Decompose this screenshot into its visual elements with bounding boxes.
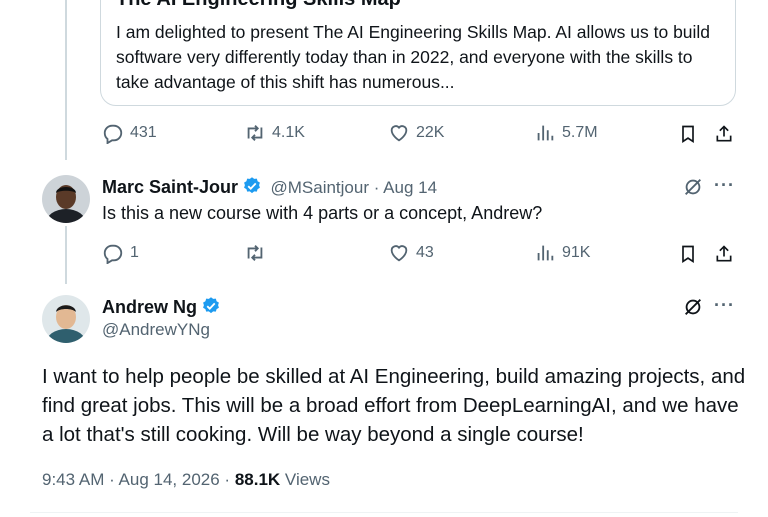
grok-icon: [685, 179, 701, 195]
reply-icon: [103, 244, 123, 264]
main-author-name[interactable]: Andrew Ng: [102, 297, 197, 317]
verified-icon: [244, 177, 260, 194]
reply-views-button[interactable]: 91K: [534, 242, 590, 264]
reply-repost-button[interactable]: [244, 242, 272, 264]
main-meta: 9:43 AM · Aug 14, 2026 · 88.1K Views: [42, 470, 330, 490]
main-timestamp[interactable]: 9:43 AM · Aug 14, 2026 ·: [42, 470, 230, 489]
reply-handle-date: @MSaintjour · Aug 14: [270, 178, 438, 197]
reply-text: Is this a new course with 4 parts or a c…: [102, 203, 543, 223]
reply-header: Marc Saint-Jour @MSaintjour · Aug 14: [102, 176, 437, 198]
views-count: 5.7M: [562, 124, 598, 141]
avatar-andrew[interactable]: [42, 295, 90, 343]
views-icon: [537, 125, 554, 141]
reply-like-count: 43: [416, 244, 434, 261]
reply-icon: [103, 124, 123, 144]
views-button[interactable]: 5.7M: [534, 122, 598, 144]
reply-bookmark-button[interactable]: [675, 241, 701, 267]
divider: [30, 512, 738, 513]
bookmark-button[interactable]: [675, 121, 701, 147]
thread-line-middle: [65, 226, 67, 284]
share-icon: [716, 245, 732, 262]
grok-icon: [685, 299, 701, 315]
bookmark-icon: [682, 245, 694, 264]
main-tweet-text: I want to help people be skilled at AI E…: [42, 365, 746, 446]
reply-views-count: 91K: [562, 244, 591, 261]
quoted-tweet-text: I am delighted to present The AI Enginee…: [116, 22, 711, 92]
avatar-marc[interactable]: [42, 175, 90, 223]
reply-author-name[interactable]: Marc Saint-Jour: [102, 177, 238, 197]
thread-line-top: [65, 0, 67, 160]
reply-count: 431: [130, 124, 157, 141]
main-header: Andrew Ng: [102, 296, 221, 318]
reply-button[interactable]: 431: [102, 122, 157, 144]
main-views-count: 88.1K: [234, 470, 281, 489]
repost-icon: [247, 125, 263, 141]
repost-button[interactable]: 4.1K: [244, 122, 305, 144]
share-button[interactable]: [711, 121, 737, 147]
reply-reply-count: 1: [130, 244, 139, 261]
views-icon: [537, 245, 554, 261]
like-icon: [390, 125, 408, 142]
main-handle[interactable]: @AndrewYNg: [102, 320, 210, 340]
verified-icon: [203, 297, 219, 314]
share-icon: [716, 125, 732, 142]
main-views-label: Views: [284, 470, 330, 489]
like-icon: [390, 245, 408, 262]
repost-icon: [247, 245, 263, 261]
grok-button-reply[interactable]: [680, 174, 706, 200]
like-count: 22K: [416, 124, 445, 141]
quoted-tweet-title: The AI Engineering Skills Map: [116, 0, 401, 11]
like-button[interactable]: 22K: [388, 122, 444, 144]
repost-count: 4.1K: [272, 124, 305, 141]
more-icon[interactable]: ···: [714, 295, 735, 316]
reply-reply-button[interactable]: 1: [102, 242, 139, 264]
reply-like-button[interactable]: 43: [388, 242, 434, 264]
bookmark-icon: [682, 125, 694, 144]
grok-button-main[interactable]: [680, 294, 706, 320]
reply-share-button[interactable]: [711, 241, 737, 267]
more-icon[interactable]: ···: [714, 175, 735, 196]
